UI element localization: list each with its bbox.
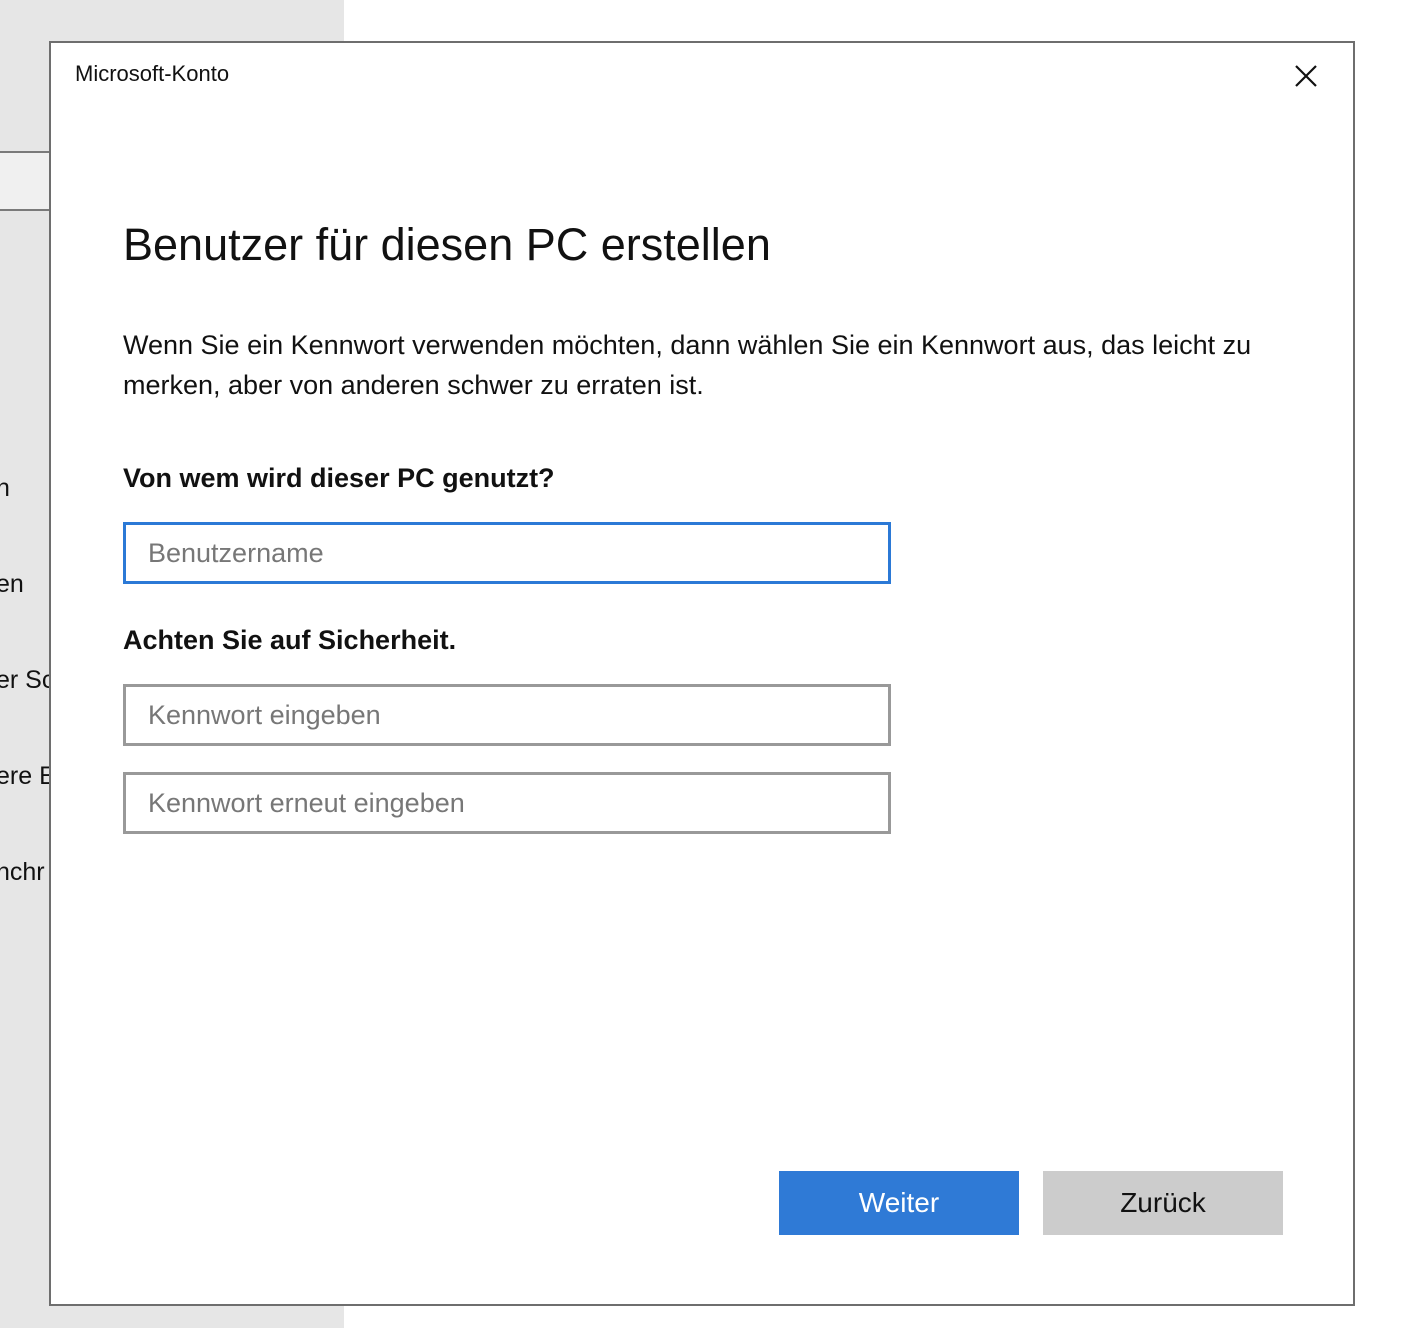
password-input[interactable] [123, 684, 891, 746]
background-item: nchr [0, 858, 45, 886]
background-item: er Sc [0, 666, 55, 694]
dialog-title: Microsoft-Konto [75, 61, 230, 86]
close-icon [1295, 65, 1317, 87]
security-label: Achten Sie auf Sicherheit. [123, 625, 457, 655]
next-button[interactable]: Weiter [779, 1171, 1019, 1235]
username-input[interactable] [123, 522, 891, 584]
password-repeat-input[interactable] [123, 772, 891, 834]
background-item: en [0, 570, 24, 598]
background-item: n [0, 474, 10, 502]
back-button[interactable]: Zurück [1043, 1171, 1283, 1235]
background-item: ere E [0, 762, 56, 790]
microsoft-account-dialog: Microsoft-Konto Benutzer für diesen PC e… [49, 41, 1355, 1306]
page-heading: Benutzer für diesen PC erstellen [123, 219, 771, 270]
description-text: Wenn Sie ein Kennwort verwenden möchten,… [123, 330, 1252, 400]
user-label: Von wem wird dieser PC genutzt? [123, 463, 555, 493]
close-button[interactable] [1281, 51, 1331, 101]
